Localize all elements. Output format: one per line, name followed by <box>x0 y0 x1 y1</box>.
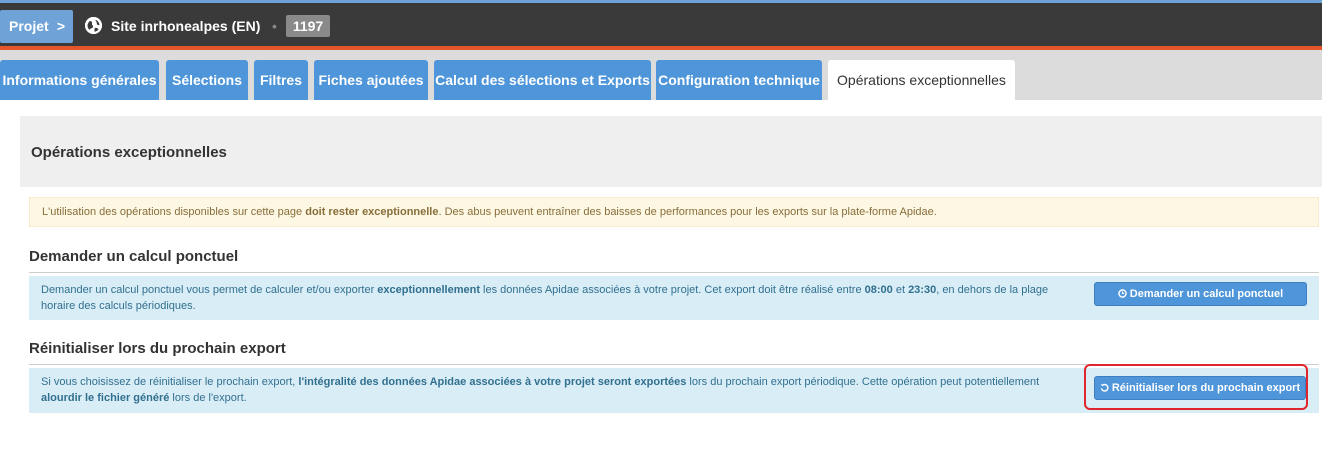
tab-bar: Informations générales Sélections Filtre… <box>0 50 1322 100</box>
text-part: lors du prochain export périodique. Cett… <box>686 376 1040 388</box>
site-name[interactable]: Site inrhonealpes (EN) <box>111 17 260 35</box>
globe-icon <box>85 17 102 34</box>
tab-fiches-ajoutees[interactable]: Fiches ajoutées <box>314 60 428 100</box>
panel-heading: Opérations exceptionnelles <box>20 116 1322 187</box>
tab-configuration-technique[interactable]: Configuration technique <box>656 60 822 100</box>
warning-text-bold: doit rester exceptionnelle <box>305 206 439 218</box>
top-bar: Projet > Site inrhonealpes (EN) • 1197 <box>0 0 1322 50</box>
project-button[interactable]: Projet > <box>0 10 73 43</box>
tab-calcul-selections-exports[interactable]: Calcul des sélections et Exports <box>434 60 651 100</box>
section-title-reinitialiser: Réinitialiser lors du prochain export <box>29 340 1319 365</box>
text-part: et <box>892 284 909 296</box>
warning-text-1: L'utilisation des opérations disponibles… <box>42 206 306 218</box>
info-calcul-ponctuel-text: Demander un calcul ponctuel vous permet … <box>41 282 1071 314</box>
site-id-badge: 1197 <box>286 15 330 37</box>
text-part: Demander un calcul ponctuel vous permet … <box>41 284 378 296</box>
tab-operations-exceptionnelles[interactable]: Opérations exceptionnelles <box>828 60 1015 100</box>
highlight-outline <box>1084 364 1308 410</box>
tab-selections[interactable]: Sélections <box>166 60 248 100</box>
project-label: Projet <box>9 18 49 34</box>
text-bold: l'intégralité des données Apidae associé… <box>298 376 687 388</box>
demander-calcul-ponctuel-label: Demander un calcul ponctuel <box>1129 288 1284 300</box>
tab-informations-generales[interactable]: Informations générales <box>0 60 159 100</box>
text-bold: 08:00 <box>864 284 893 296</box>
page-title: Opérations exceptionnelles <box>31 144 227 161</box>
warning-text-2: . Des abus peuvent entraîner des baisses… <box>438 206 937 218</box>
separator: • <box>272 18 277 34</box>
info-reinitialiser-text: Si vous choisissez de réinitialiser le p… <box>41 374 1071 406</box>
demander-calcul-ponctuel-button[interactable]: Demander un calcul ponctuel <box>1094 282 1307 306</box>
warning-alert: L'utilisation des opérations disponibles… <box>29 197 1319 227</box>
text-part: les données Apidae associées à votre pro… <box>480 284 865 296</box>
text-bold: alourdir le fichier généré <box>41 392 170 404</box>
clock-icon <box>1117 283 1127 305</box>
text-part: lors de l'export. <box>169 392 247 404</box>
text-bold: exceptionnellement <box>377 284 480 296</box>
tab-filtres[interactable]: Filtres <box>254 60 308 100</box>
chevron-right-icon: > <box>56 18 65 34</box>
text-part: Si vous choisissez de réinitialiser le p… <box>41 376 299 388</box>
section-title-calcul-ponctuel: Demander un calcul ponctuel <box>29 248 1319 273</box>
text-bold: 23:30 <box>908 284 937 296</box>
